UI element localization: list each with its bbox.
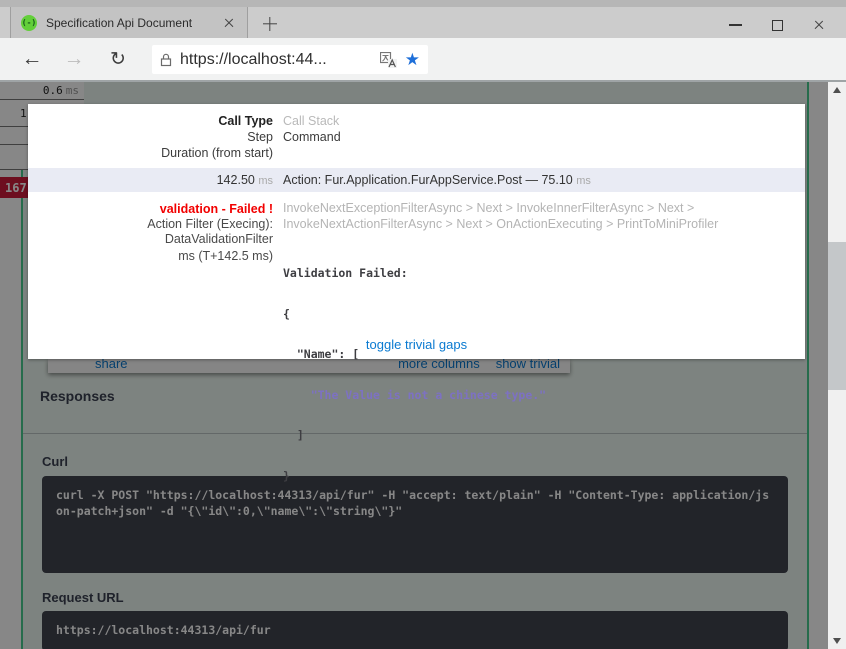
browser-window: (-) Specification Api Document ← → ↻ htt… <box>0 0 846 649</box>
tab-title: Specification Api Document <box>46 16 212 30</box>
col-call-type: Call Type <box>28 113 273 129</box>
timing-row-action[interactable]: 142.50 ms Action: Fur.Application.FurApp… <box>28 168 805 192</box>
site-favicon-icon: (-) <box>21 15 37 31</box>
translate-icon[interactable] <box>380 52 397 68</box>
forward-button: → <box>56 38 92 80</box>
profiler-callstack-popup: Call Type Step Duration (from start) Cal… <box>28 104 805 359</box>
browser-tab[interactable]: (-) Specification Api Document <box>10 7 248 38</box>
filter-time: ms (T+142.5 ms) <box>28 249 273 264</box>
browser-toolbar: ← → ↻ https://localhost:44... ★ <box>0 38 846 82</box>
call-stack-text: InvokeNextExceptionFilterAsync > Next > … <box>283 201 805 232</box>
col-command: Command <box>283 129 805 145</box>
action-name: Action: Fur.Application.FurAppService.Po… <box>283 173 573 187</box>
tab-strip: (-) Specification Api Document <box>0 7 846 38</box>
maximize-button[interactable] <box>756 12 798 38</box>
address-bar[interactable]: https://localhost:44... ★ <box>152 45 428 74</box>
lock-icon <box>160 53 172 67</box>
scroll-down-icon[interactable] <box>828 633 846 649</box>
timing-row-validation[interactable]: validation - Failed ! Action Filter (Exe… <box>28 201 805 510</box>
refresh-button[interactable]: ↻ <box>100 38 136 80</box>
back-button[interactable]: ← <box>14 38 50 80</box>
scroll-up-icon[interactable] <box>828 82 846 98</box>
col-call-stack: Call Stack <box>283 113 805 129</box>
validation-status: validation - Failed ! <box>28 201 273 217</box>
toggle-trivial-gaps-link[interactable]: toggle trivial gaps <box>366 337 467 352</box>
new-tab-button[interactable] <box>260 14 280 34</box>
close-button[interactable] <box>798 12 840 38</box>
duration-value: 142.50 <box>217 173 255 187</box>
minimize-button[interactable] <box>714 12 756 38</box>
favorite-star-icon[interactable]: ★ <box>405 51 420 68</box>
filter-name-line1: Action Filter (Execing): <box>28 217 273 232</box>
page-content: 0.6 ms 1 167 share more columns <box>0 82 828 649</box>
url-text[interactable]: https://localhost:44... <box>180 51 372 69</box>
col-step: Step <box>28 129 273 145</box>
titlebar <box>0 0 846 7</box>
scrollbar-thumb[interactable] <box>828 242 846 390</box>
window-controls <box>714 12 840 38</box>
page-scrollbar[interactable] <box>828 82 846 649</box>
filter-name-line2: DataValidationFilter <box>28 232 273 247</box>
col-duration: Duration (from start) <box>28 145 273 161</box>
tab-close-icon[interactable] <box>221 15 237 31</box>
validation-code-block: Validation Failed: { "Name": [ "The Valu… <box>283 240 805 510</box>
